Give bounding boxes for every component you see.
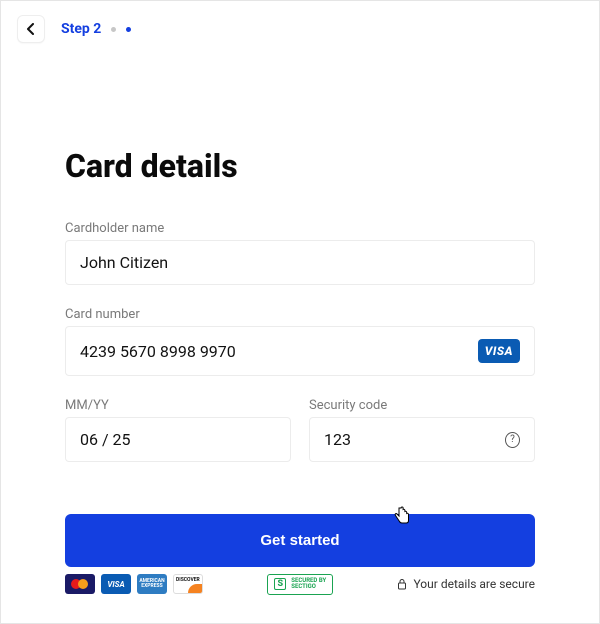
lock-icon [397, 578, 407, 590]
get-started-button[interactable]: Get started [65, 514, 535, 567]
secure-text: Your details are secure [413, 577, 535, 591]
cardholder-field[interactable] [65, 240, 535, 285]
expiry-field[interactable] [65, 417, 291, 462]
expiry-input[interactable] [80, 430, 276, 449]
sectigo-text: SECURED BY SECTIGO [291, 578, 326, 591]
step-indicator: Step 2 [61, 21, 131, 37]
cardholder-input[interactable] [80, 253, 520, 272]
cvc-input[interactable] [324, 430, 505, 449]
mastercard-icon [65, 574, 95, 594]
discover-icon: DISCOVER [173, 574, 203, 594]
payment-brands: VISA AMERICAN EXPRESS DISCOVER [65, 574, 203, 594]
cardholder-label: Cardholder name [65, 221, 535, 236]
page-title: Card details [65, 147, 535, 185]
step-dot-inactive [111, 27, 116, 32]
help-icon[interactable]: ? [505, 432, 520, 448]
cardnumber-field[interactable]: VISA [65, 326, 535, 376]
sectigo-badge: S SECURED BY SECTIGO [267, 574, 333, 595]
sectigo-s-icon: S [274, 578, 286, 590]
chevron-left-icon [26, 23, 36, 35]
back-button[interactable] [17, 15, 45, 43]
step-label: Step 2 [61, 21, 101, 37]
cvc-field[interactable]: ? [309, 417, 535, 462]
secure-note: Your details are secure [397, 577, 535, 591]
visa-icon: VISA [101, 574, 131, 594]
amex-icon: AMERICAN EXPRESS [137, 574, 167, 594]
step-dot-active [126, 27, 131, 32]
cvc-label: Security code [309, 398, 535, 413]
cardnumber-label: Card number [65, 307, 535, 322]
cardnumber-input[interactable] [80, 342, 470, 361]
expiry-label: MM/YY [65, 398, 291, 413]
card-brand-badge: VISA [478, 339, 520, 363]
